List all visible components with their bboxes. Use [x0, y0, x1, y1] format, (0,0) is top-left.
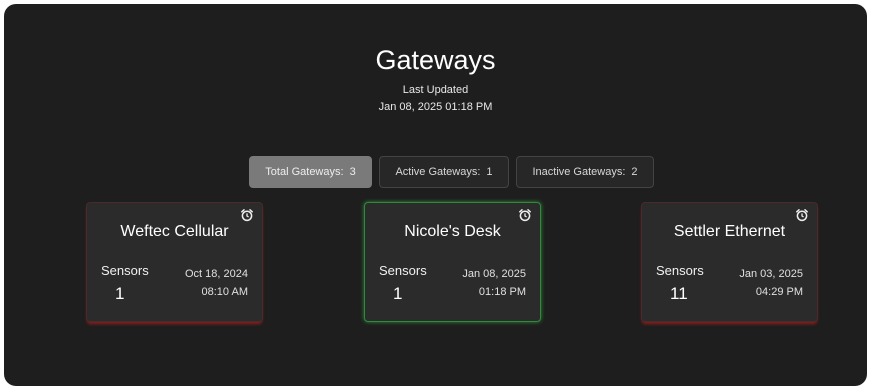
alarm-clock-icon[interactable]	[795, 208, 809, 222]
gateway-card-settler-ethernet[interactable]: Settler Ethernet Sensors 11 Jan 03, 2025…	[641, 202, 818, 322]
filter-inactive-gateways[interactable]: Inactive Gateways: 2	[516, 156, 654, 188]
last-updated-label: Last Updated	[402, 84, 469, 96]
sensors-count: 11	[670, 284, 688, 303]
last-seen-time: 04:29 PM	[755, 286, 803, 298]
filter-active-gateways[interactable]: Active Gateways: 1	[379, 156, 509, 188]
last-seen-date: Oct 18, 2024	[185, 268, 248, 280]
sensors-count: 1	[115, 284, 125, 303]
alarm-clock-icon[interactable]	[518, 208, 532, 222]
filter-total-gateways[interactable]: Total Gateways: 3	[249, 156, 372, 188]
alarm-clock-icon[interactable]	[240, 208, 254, 222]
filter-label: Total Gateways:	[265, 166, 344, 178]
gateway-name: Nicole's Desk	[404, 223, 501, 240]
sensors-count: 1	[393, 284, 403, 303]
sensors-label: Sensors	[379, 263, 427, 278]
gateway-card-nicoles-desk[interactable]: Nicole's Desk Sensors 1 Jan 08, 2025 01:…	[364, 202, 541, 322]
last-updated-value: Jan 08, 2025 01:18 PM	[378, 101, 493, 113]
filter-label: Active Gateways:	[395, 166, 481, 178]
last-seen-time: 01:18 PM	[478, 286, 526, 298]
gateway-name: Settler Ethernet	[673, 223, 786, 240]
gateway-name: Weftec Cellular	[120, 223, 229, 240]
sensors-label: Sensors	[101, 263, 149, 278]
filter-count: 1	[486, 166, 493, 178]
filter-count: 2	[631, 166, 638, 178]
filter-label: Inactive Gateways:	[532, 166, 626, 178]
last-seen-time: 08:10 AM	[201, 286, 248, 298]
last-seen-date: Jan 03, 2025	[739, 268, 803, 280]
filter-count: 3	[349, 166, 356, 178]
page-title: Gateways	[375, 45, 496, 75]
sensors-label: Sensors	[656, 263, 704, 278]
last-seen-date: Jan 08, 2025	[462, 268, 526, 280]
gateways-panel: Gateways Last Updated Jan 08, 2025 01:18…	[4, 4, 867, 386]
gateway-card-weftec-cellular[interactable]: Weftec Cellular Sensors 1 Oct 18, 2024 0…	[86, 202, 263, 322]
